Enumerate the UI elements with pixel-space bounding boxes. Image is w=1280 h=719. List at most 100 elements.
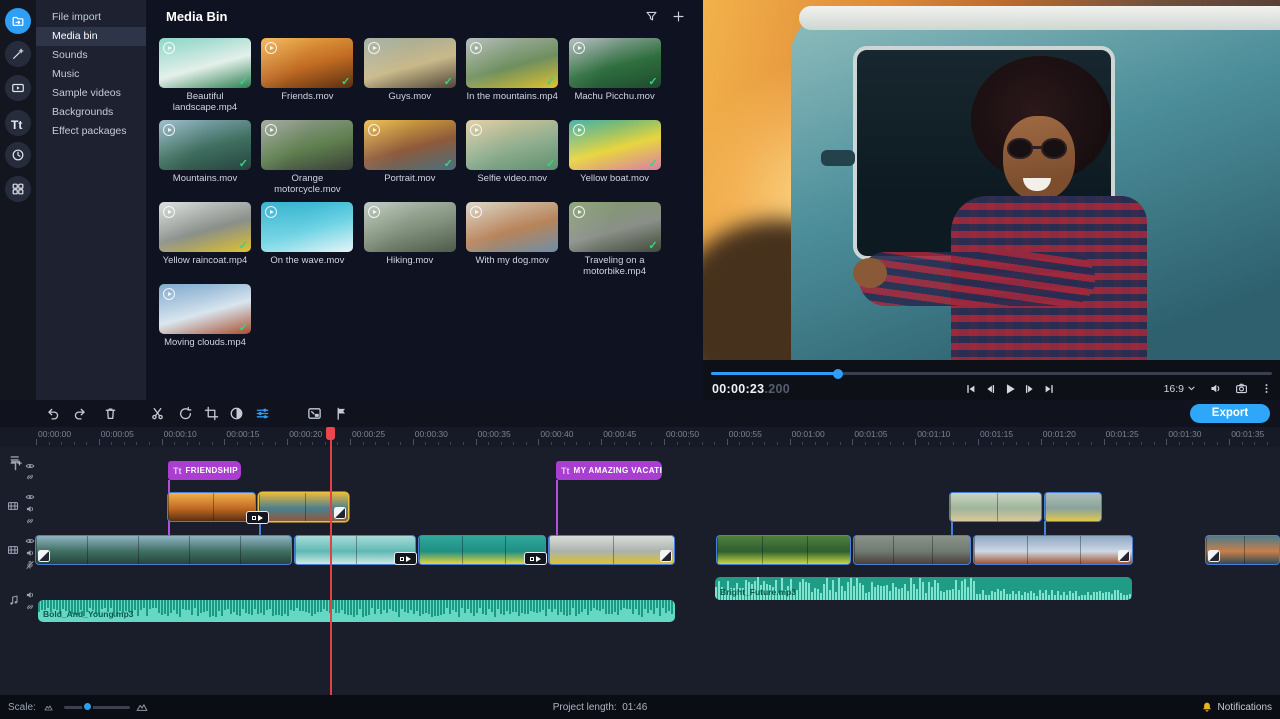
skip-start-button[interactable] <box>965 383 977 395</box>
notifications-button[interactable]: Notifications <box>1201 701 1272 713</box>
media-thumbnail[interactable]: ✓ <box>159 120 251 170</box>
video-clip[interactable] <box>716 535 851 565</box>
overlay-video-clip[interactable] <box>1044 492 1102 522</box>
snapshot-icon[interactable] <box>1235 382 1248 395</box>
title-track-link-icon[interactable] <box>25 469 35 479</box>
menu-item-sounds[interactable]: Sounds <box>36 46 146 65</box>
more-options-icon[interactable] <box>1261 382 1272 395</box>
transition-badge[interactable] <box>394 552 417 565</box>
fade-out-badge[interactable] <box>1118 550 1130 562</box>
media-item[interactable]: ✓Friends.mov <box>257 38 357 102</box>
fade-out-badge[interactable] <box>334 507 346 519</box>
media-thumbnail[interactable] <box>364 202 456 252</box>
media-thumbnail[interactable]: ✓ <box>466 120 558 170</box>
rail-filters-button[interactable] <box>5 41 31 67</box>
media-thumbnail[interactable] <box>466 202 558 252</box>
overlay-track-link-icon[interactable] <box>25 513 35 523</box>
rail-titles-button[interactable]: Tt <box>5 110 31 136</box>
overlay-track-eye-icon[interactable] <box>25 489 35 499</box>
scale-slider[interactable] <box>64 706 130 709</box>
flag-button[interactable] <box>334 406 349 421</box>
play-button[interactable] <box>1003 382 1017 396</box>
redo-button[interactable] <box>73 406 88 421</box>
media-item[interactable]: With my dog.mov <box>462 202 562 266</box>
fade-in-badge[interactable] <box>38 550 50 562</box>
delete-button[interactable] <box>103 406 118 421</box>
rotate-button[interactable] <box>178 406 193 421</box>
fade-out-badge[interactable] <box>660 550 672 562</box>
media-thumbnail[interactable] <box>261 120 353 170</box>
menu-item-media-bin[interactable]: Media bin <box>36 27 146 46</box>
media-item[interactable]: ✓Beautiful landscape.mp4 <box>155 38 255 113</box>
overlay-video-clip[interactable] <box>258 492 349 522</box>
audio-track-link-icon[interactable] <box>25 599 35 609</box>
media-item[interactable]: ✓Yellow raincoat.mp4 <box>155 202 255 266</box>
zoom-out-icon[interactable] <box>44 703 53 712</box>
playhead-line[interactable] <box>330 427 332 695</box>
timeline-ruler[interactable]: 00:00:0000:00:0500:00:1000:00:1500:00:20… <box>0 427 1280 447</box>
media-item[interactable]: On the wave.mov <box>257 202 357 266</box>
transition-badge[interactable] <box>246 511 269 524</box>
media-item[interactable]: ✓Selfie video.mov <box>462 120 562 184</box>
media-thumbnail[interactable]: ✓ <box>159 38 251 88</box>
frame-forward-button[interactable] <box>1024 383 1036 395</box>
cut-button[interactable] <box>150 406 165 421</box>
menu-item-backgrounds[interactable]: Backgrounds <box>36 103 146 122</box>
adjustments-button[interactable] <box>255 406 270 421</box>
video-clip[interactable] <box>853 535 971 565</box>
transition-badge[interactable] <box>524 552 547 565</box>
fade-in-badge[interactable] <box>1208 550 1220 562</box>
video-clip[interactable] <box>1205 535 1280 565</box>
media-thumbnail[interactable]: ✓ <box>466 38 558 88</box>
color-button[interactable] <box>229 406 244 421</box>
media-thumbnail[interactable]: ✓ <box>261 38 353 88</box>
video-track-eye-icon[interactable] <box>25 533 35 543</box>
seek-handle[interactable] <box>833 369 843 379</box>
frame-back-button[interactable] <box>984 383 996 395</box>
media-item[interactable]: ✓Mountains.mov <box>155 120 255 184</box>
menu-item-file-import[interactable]: File import <box>36 8 146 27</box>
video-clip[interactable] <box>35 535 292 565</box>
pip-button[interactable] <box>307 406 322 421</box>
filter-icon[interactable] <box>645 10 658 23</box>
media-item[interactable]: ✓Yellow boat.mov <box>565 120 665 184</box>
media-item[interactable]: ✓Guys.mov <box>360 38 460 102</box>
media-thumbnail[interactable] <box>261 202 353 252</box>
media-item[interactable]: Hiking.mov <box>360 202 460 266</box>
title-track-eye-icon[interactable] <box>25 458 35 468</box>
title-clip[interactable]: TtMY AMAZING VACATION <box>556 461 662 480</box>
seek-bar[interactable] <box>711 372 1272 375</box>
crop-button[interactable] <box>204 406 219 421</box>
title-clip[interactable]: TtFRIENDSHIP <box>168 461 241 480</box>
menu-item-effect-packages[interactable]: Effect packages <box>36 122 146 141</box>
media-thumbnail[interactable]: ✓ <box>569 202 661 252</box>
media-item[interactable]: ✓Traveling on a motorbike.mp4 <box>565 202 665 277</box>
scale-slider-handle[interactable] <box>82 701 93 712</box>
menu-item-sample-videos[interactable]: Sample videos <box>36 84 146 103</box>
media-thumbnail[interactable]: ✓ <box>159 202 251 252</box>
menu-item-music[interactable]: Music <box>36 65 146 84</box>
rail-import-media-button[interactable] <box>5 8 31 34</box>
overlay-video-clip[interactable] <box>949 492 1042 522</box>
audio-clip[interactable]: Bright_Future.mp3 <box>715 577 1132 600</box>
undo-button[interactable] <box>45 406 60 421</box>
media-item[interactable]: ✓In the mountains.mp4 <box>462 38 562 102</box>
media-item[interactable]: ✓Moving clouds.mp4 <box>155 284 255 348</box>
audio-clip[interactable]: Bold_And_Young.mp3 <box>38 600 675 622</box>
skip-end-button[interactable] <box>1043 383 1055 395</box>
media-thumbnail[interactable]: ✓ <box>569 38 661 88</box>
video-clip[interactable] <box>973 535 1133 565</box>
media-item[interactable]: ✓Machu Picchu.mov <box>565 38 665 102</box>
overlay-track-volume-icon[interactable] <box>25 501 35 511</box>
media-item[interactable]: Orange motorcycle.mov <box>257 120 357 195</box>
overlay-video-clip[interactable] <box>167 492 256 522</box>
rail-stickers-button[interactable] <box>5 142 31 168</box>
volume-icon[interactable] <box>1209 382 1222 395</box>
aspect-ratio-select[interactable]: 16:9 <box>1164 383 1196 395</box>
media-thumbnail[interactable]: ✓ <box>159 284 251 334</box>
audio-track-volume-icon[interactable] <box>25 587 35 597</box>
video-track-mute-icon[interactable] <box>25 557 35 567</box>
rail-more-tools-button[interactable] <box>5 176 31 202</box>
zoom-in-icon[interactable] <box>136 701 148 713</box>
export-button[interactable]: Export <box>1190 404 1270 423</box>
